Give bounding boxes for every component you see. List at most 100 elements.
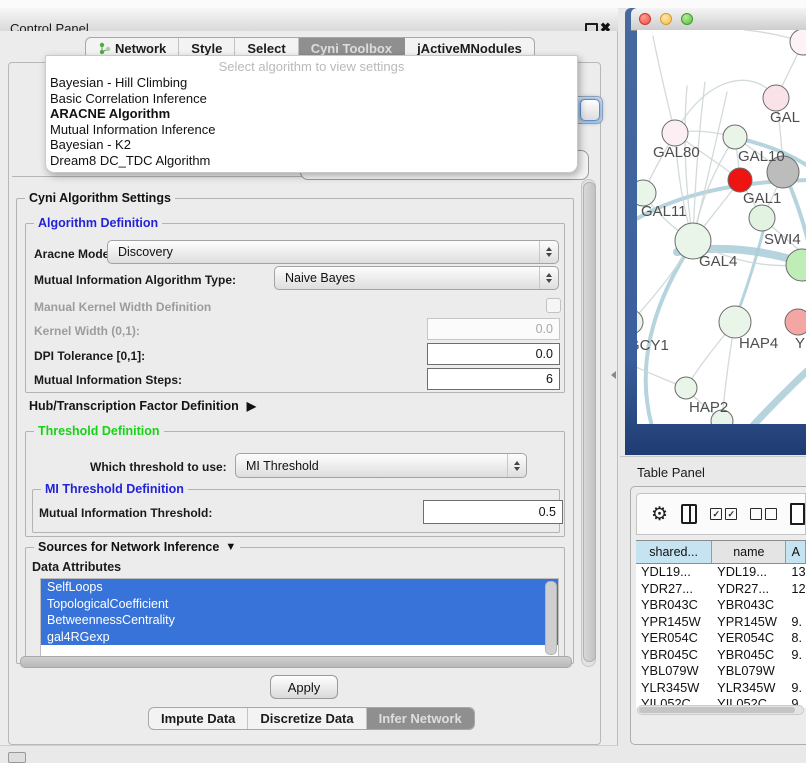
tab-impute-data[interactable]: Impute Data [149, 708, 248, 729]
collapse-arrow-down-icon[interactable]: ▼ [225, 541, 236, 553]
close-traffic-light-icon[interactable] [639, 13, 651, 25]
network-node-gal[interactable] [763, 85, 789, 111]
node-label-gal1: GAL1 [743, 190, 781, 207]
column-header-shared[interactable]: shared... [636, 541, 712, 563]
network-node-hap4[interactable] [719, 306, 751, 338]
mi-threshold-field[interactable]: 0.5 [423, 500, 563, 524]
attribute-item-selfloops[interactable]: SelfLoops [41, 579, 558, 596]
scrollbar-thumb[interactable] [639, 707, 795, 713]
export-table-icon[interactable] [790, 503, 805, 525]
unselect-all-columns-icon[interactable] [750, 508, 777, 520]
unchecked-box-icon [765, 508, 777, 520]
network-node-gal1[interactable] [728, 168, 752, 192]
table-toolbar: ⚙ ✓✓ [636, 493, 806, 535]
table-cell: 12 [786, 581, 806, 598]
table-row[interactable]: YPR145WYPR145W9. [636, 614, 806, 631]
table-horizontal-scrollbar[interactable] [637, 705, 804, 715]
scrollbar-thumb[interactable] [583, 182, 596, 662]
which-threshold-combo[interactable]: MI Threshold [235, 453, 527, 478]
network-edge [747, 360, 806, 424]
attribute-item-gal4rgexp[interactable]: gal4RGexp [41, 629, 558, 646]
apply-button[interactable]: Apply [270, 675, 338, 699]
network-window-titlebar[interactable] [631, 8, 806, 31]
node-label-gal4: GAL4 [699, 253, 737, 270]
mi-type-combo[interactable]: Naive Bayes [274, 266, 559, 290]
table-panel-title: Table Panel [637, 465, 705, 480]
algorithm-option-basic-correlation-inference[interactable]: Basic Correlation Inference [46, 91, 577, 107]
algorithm-option-dream8-dc-tdc-algorithm[interactable]: Dream8 DC_TDC Algorithm [46, 153, 577, 169]
settings-vertical-scrollbar[interactable] [581, 179, 596, 667]
list-scrollbar[interactable] [545, 581, 557, 655]
network-node-gal80[interactable] [662, 120, 688, 146]
minimized-panel-icon[interactable] [8, 752, 26, 763]
tab-label: Discretize Data [260, 711, 353, 726]
tab-label: jActiveMNodules [417, 41, 522, 56]
table-row[interactable]: YER054CYER054C8. [636, 630, 806, 647]
kernel-width-field[interactable]: 0.0 [427, 318, 560, 340]
algorithm-option-mutual-information-inference[interactable]: Mutual Information Inference [46, 122, 577, 138]
node-label-swi4: SWI4 [764, 231, 801, 248]
gear-icon[interactable]: ⚙ [651, 505, 668, 524]
mi-threshold-value: 0.5 [539, 505, 556, 519]
hub-definition-toggle[interactable]: Hub/Transcription Factor Definition ▶ [29, 399, 256, 413]
table-row[interactable]: YDL19...YDL19...13 [636, 564, 806, 581]
tab-infer-network[interactable]: Infer Network [367, 708, 474, 729]
table-cell: YDR27... [712, 581, 786, 598]
network-node-hap2[interactable] [675, 377, 697, 399]
tab-label: Style [191, 41, 222, 56]
algorithm-option-bayesian-k2[interactable]: Bayesian - K2 [46, 137, 577, 153]
combo-focus-stepper[interactable] [580, 99, 600, 121]
mi-steps-field[interactable]: 6 [427, 368, 560, 390]
combo-stepper-icon[interactable] [539, 267, 558, 289]
table-row[interactable]: YLR345WYLR345W9. [636, 680, 806, 697]
column-header-a[interactable]: A [786, 541, 806, 563]
settings-horizontal-scrollbar[interactable] [20, 656, 572, 668]
attribute-item-betweennesscentrality[interactable]: BetweennessCentrality [41, 612, 558, 629]
minimize-traffic-light-icon[interactable] [660, 13, 672, 25]
select-all-columns-icon[interactable]: ✓✓ [710, 508, 737, 520]
panel-divider-handle[interactable] [611, 371, 616, 379]
algorithm-option-bayesian-hill-climbing[interactable]: Bayesian - Hill Climbing [46, 75, 577, 91]
network-node-swi4[interactable] [749, 205, 775, 231]
combo-stepper-icon[interactable] [507, 454, 526, 477]
node-label-gal11: GAL11 [641, 203, 687, 220]
collapse-arrow-right-icon[interactable]: ▶ [247, 399, 256, 413]
network-node-gcy1[interactable] [637, 310, 643, 334]
network-canvas[interactable]: GALGAL80GAL10GAL1GAL11SWI4GAL4HAP4YGCY1H… [637, 30, 806, 424]
sources-group-title: Sources for Network Inference [38, 540, 219, 554]
dropdown-placeholder: Select algorithm to view settings [46, 58, 577, 75]
sources-group-title-row[interactable]: Sources for Network Inference ▼ [34, 540, 240, 554]
algorithm-option-aracne-algorithm[interactable]: ARACNE Algorithm [46, 106, 577, 122]
combo-stepper-icon[interactable] [539, 241, 558, 263]
table-cell: YLR345W [712, 680, 786, 697]
network-icon [98, 42, 111, 55]
tab-label: Impute Data [161, 711, 235, 726]
kernel-width-label: Kernel Width (0,1): [34, 324, 140, 338]
mi-steps-label: Mutual Information Steps: [34, 373, 182, 387]
attribute-item-topologicalcoefficient[interactable]: TopologicalCoefficient [41, 596, 558, 613]
table-row[interactable]: YBL079WYBL079W [636, 663, 806, 680]
network-node[interactable] [790, 30, 806, 55]
hub-definition-label: Hub/Transcription Factor Definition [29, 399, 239, 413]
dpi-tolerance-field[interactable]: 0.0 [427, 343, 560, 365]
network-edge [675, 80, 776, 133]
tab-label: Network [115, 41, 166, 56]
aracne-mode-combo[interactable]: Discovery [107, 240, 559, 264]
table-row[interactable]: YDR27...YDR27...12 [636, 581, 806, 598]
tab-label: Select [247, 41, 285, 56]
zoom-traffic-light-icon[interactable] [681, 13, 693, 25]
dpi-tolerance-value: 0.0 [536, 347, 553, 361]
mi-threshold-group-title: MI Threshold Definition [41, 482, 188, 496]
column-browser-icon[interactable] [681, 504, 697, 524]
network-node-y[interactable] [785, 309, 806, 335]
network-node-gal10[interactable] [723, 125, 747, 149]
table-row[interactable]: YBR043CYBR043C [636, 597, 806, 614]
table-row[interactable]: YBR045CYBR045C9. [636, 647, 806, 664]
node-label-gcy1: GCY1 [637, 337, 669, 354]
column-header-name[interactable]: name [712, 541, 786, 563]
data-attributes-list[interactable]: SelfLoopsTopologicalCoefficientBetweenne… [40, 578, 559, 658]
manual-kernel-checkbox[interactable] [546, 298, 561, 313]
network-node[interactable] [786, 249, 806, 281]
unchecked-box-icon [750, 508, 762, 520]
tab-discretize-data[interactable]: Discretize Data [248, 708, 366, 729]
